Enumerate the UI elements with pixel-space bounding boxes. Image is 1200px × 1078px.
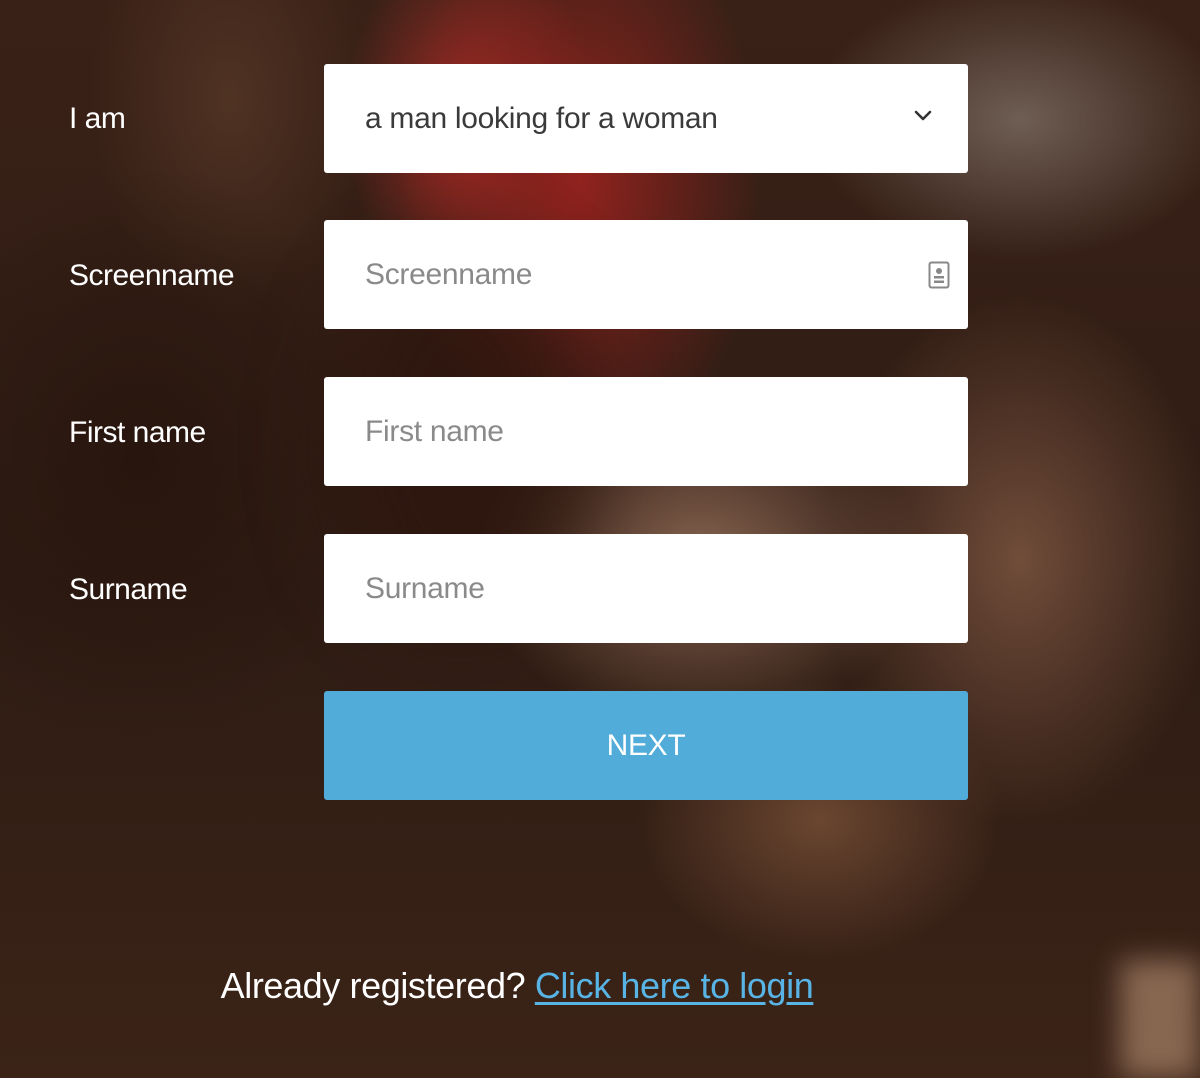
screenname-placeholder: Screenname xyxy=(365,258,533,291)
background-blur-shape xyxy=(1120,960,1200,1078)
surname-label: Surname xyxy=(69,573,188,606)
gender-select-value: a man looking for a woman xyxy=(365,102,718,135)
screenname-input[interactable]: Screenname xyxy=(324,220,968,329)
login-link[interactable]: Click here to login xyxy=(535,965,814,1006)
login-prompt-line: Already registered? Click here to login xyxy=(0,964,1034,1008)
gender-select[interactable]: a man looking for a woman xyxy=(324,64,968,173)
gender-label: I am xyxy=(69,102,126,135)
screenname-label: Screenname xyxy=(69,259,235,292)
first-name-label: First name xyxy=(69,416,206,449)
first-name-input[interactable]: First name xyxy=(324,377,968,486)
next-button[interactable]: NEXT xyxy=(324,691,968,800)
already-registered-text: Already registered? xyxy=(220,965,526,1006)
contact-card-icon[interactable] xyxy=(928,261,950,289)
chevron-down-icon xyxy=(914,110,932,121)
surname-input[interactable]: Surname xyxy=(324,534,968,643)
surname-placeholder: Surname xyxy=(365,572,485,605)
first-name-placeholder: First name xyxy=(365,415,504,448)
